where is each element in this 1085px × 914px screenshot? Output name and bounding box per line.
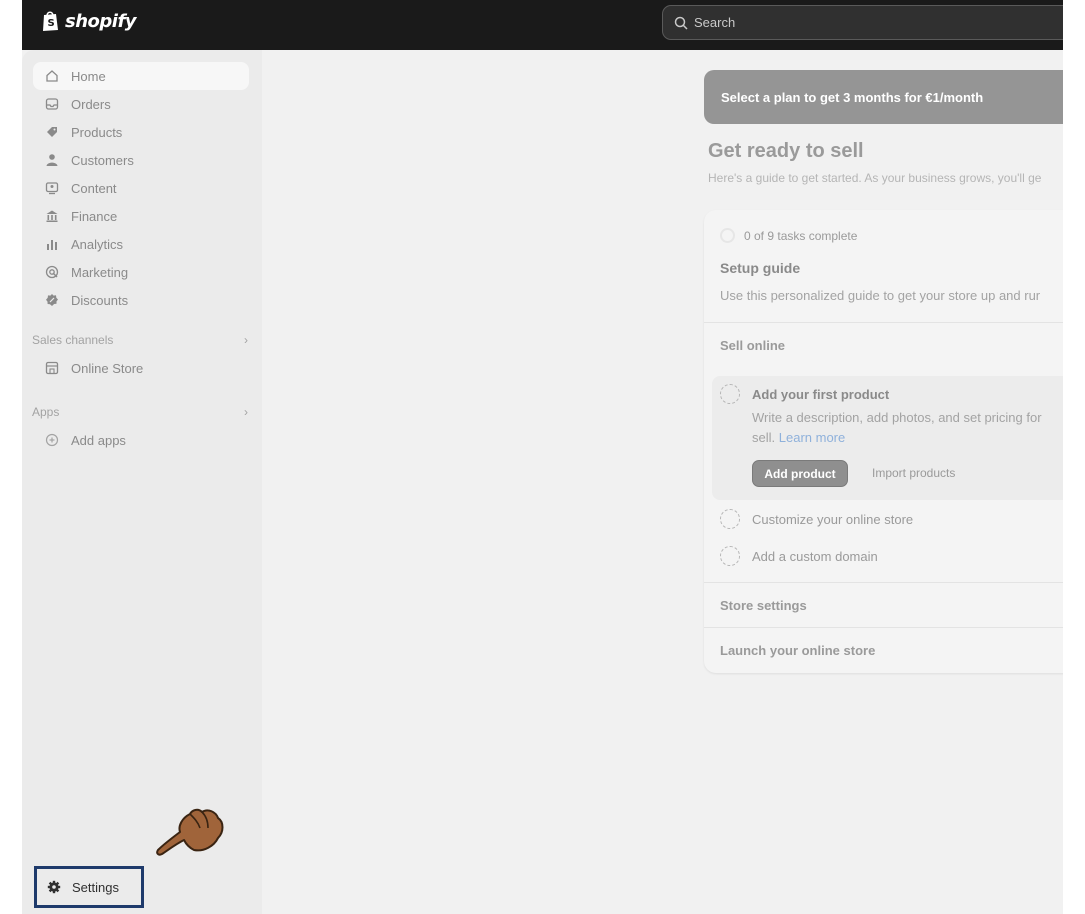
sidebar-item-customers[interactable]: Customers bbox=[33, 146, 249, 174]
sidebar-item-online-store[interactable]: Online Store bbox=[33, 354, 249, 382]
launch-store-header[interactable]: Launch your online store bbox=[720, 643, 875, 658]
setup-guide-card: 0 of 9 tasks complete Setup guide Use th… bbox=[704, 210, 1063, 673]
shopify-bag-icon: S bbox=[43, 11, 58, 31]
apps-heading: Apps bbox=[32, 405, 60, 419]
sidebar-item-orders[interactable]: Orders bbox=[33, 90, 249, 118]
chevron-right-icon: › bbox=[244, 405, 248, 419]
dashed-circle-icon bbox=[720, 546, 740, 566]
sidebar-item-label: Finance bbox=[71, 208, 118, 224]
search-icon bbox=[674, 16, 688, 30]
sidebar-item-label: Online Store bbox=[71, 360, 144, 376]
dashed-circle-icon bbox=[720, 384, 740, 404]
target-icon bbox=[45, 265, 59, 279]
divider bbox=[704, 322, 1063, 323]
app-window: S shopify Search Home Orders Products Cu… bbox=[22, 0, 1063, 914]
home-icon bbox=[45, 69, 59, 83]
sales-channels-heading: Sales channels bbox=[32, 333, 114, 347]
image-icon bbox=[45, 181, 59, 195]
task-title: Add a custom domain bbox=[752, 548, 878, 564]
sidebar-item-home[interactable]: Home bbox=[33, 62, 249, 90]
sidebar-item-marketing[interactable]: Marketing bbox=[33, 258, 249, 286]
sidebar-item-products[interactable]: Products bbox=[33, 118, 249, 146]
task-description: Write a description, add photos, and set… bbox=[752, 408, 1063, 448]
chevron-right-icon: › bbox=[244, 333, 248, 347]
main-content: Select a plan to get 3 months for €1/mon… bbox=[262, 50, 1063, 914]
store-icon bbox=[45, 361, 59, 375]
bar-chart-icon bbox=[45, 237, 59, 251]
sidebar-item-label: Content bbox=[71, 180, 117, 196]
task-title: Customize your online store bbox=[752, 511, 914, 527]
sidebar-item-label: Orders bbox=[71, 96, 111, 112]
sidebar-item-label: Products bbox=[71, 124, 123, 140]
gear-icon bbox=[47, 880, 61, 894]
pointing-hand-icon bbox=[156, 808, 224, 856]
task-progress: 0 of 9 tasks complete bbox=[720, 228, 857, 243]
settings-button[interactable]: Settings bbox=[34, 866, 144, 908]
top-bar: S shopify Search bbox=[22, 0, 1063, 50]
divider bbox=[704, 582, 1063, 583]
task-custom-domain[interactable]: Add a custom domain bbox=[720, 546, 878, 566]
search-input[interactable]: Search bbox=[662, 5, 1063, 40]
page-subtitle: Here's a guide to get started. As your b… bbox=[708, 171, 1042, 185]
sidebar-item-label: Home bbox=[71, 68, 106, 84]
sidebar-item-analytics[interactable]: Analytics bbox=[33, 230, 249, 258]
sidebar: Home Orders Products Customers Content F… bbox=[22, 50, 262, 914]
sell-online-header[interactable]: Sell online bbox=[720, 338, 785, 353]
plus-circle-icon bbox=[45, 433, 59, 447]
setup-guide-description: Use this personalized guide to get your … bbox=[720, 288, 1041, 303]
sidebar-item-label: Customers bbox=[71, 152, 134, 168]
plan-banner-text: Select a plan to get 3 months for €1/mon… bbox=[721, 89, 984, 105]
dashed-circle-icon bbox=[720, 509, 740, 529]
task-customize-store[interactable]: Customize your online store bbox=[720, 509, 913, 529]
settings-label: Settings bbox=[72, 879, 119, 895]
sidebar-item-add-apps[interactable]: Add apps bbox=[33, 426, 249, 454]
search-placeholder: Search bbox=[694, 15, 736, 30]
apps-header[interactable]: Apps › bbox=[32, 402, 248, 422]
brand-wordmark: shopify bbox=[65, 10, 137, 32]
shopify-logo[interactable]: S shopify bbox=[41, 10, 137, 32]
sidebar-item-finance[interactable]: Finance bbox=[33, 202, 249, 230]
task-add-first-product[interactable]: Add your first product bbox=[720, 384, 889, 404]
tag-icon bbox=[45, 125, 59, 139]
setup-guide-title: Setup guide bbox=[720, 260, 801, 276]
sidebar-item-label: Discounts bbox=[71, 292, 129, 308]
discount-icon bbox=[45, 293, 59, 307]
task-description-line: sell. bbox=[752, 430, 776, 445]
task-title: Add your first product bbox=[752, 386, 890, 402]
sidebar-item-label: Analytics bbox=[71, 236, 124, 252]
progress-text: 0 of 9 tasks complete bbox=[744, 228, 858, 243]
sidebar-item-content[interactable]: Content bbox=[33, 174, 249, 202]
page-title: Get ready to sell bbox=[708, 140, 864, 162]
inbox-icon bbox=[45, 97, 59, 111]
task-description-line: Write a description, add photos, and set… bbox=[752, 410, 1042, 425]
divider bbox=[704, 627, 1063, 628]
sidebar-item-label: Marketing bbox=[71, 264, 129, 280]
sales-channels-header[interactable]: Sales channels › bbox=[32, 330, 248, 350]
progress-ring-icon bbox=[720, 228, 735, 243]
import-products-button[interactable]: Import products bbox=[872, 466, 955, 480]
sidebar-item-discounts[interactable]: Discounts bbox=[33, 286, 249, 314]
add-product-button[interactable]: Add product bbox=[752, 460, 848, 487]
bank-icon bbox=[45, 209, 59, 223]
person-icon bbox=[45, 153, 59, 167]
store-settings-header[interactable]: Store settings bbox=[720, 598, 807, 613]
learn-more-link[interactable]: Learn more bbox=[779, 430, 845, 445]
plan-banner[interactable]: Select a plan to get 3 months for €1/mon… bbox=[704, 70, 1063, 124]
sidebar-item-label: Add apps bbox=[71, 432, 126, 448]
svg-text:S: S bbox=[48, 18, 55, 29]
